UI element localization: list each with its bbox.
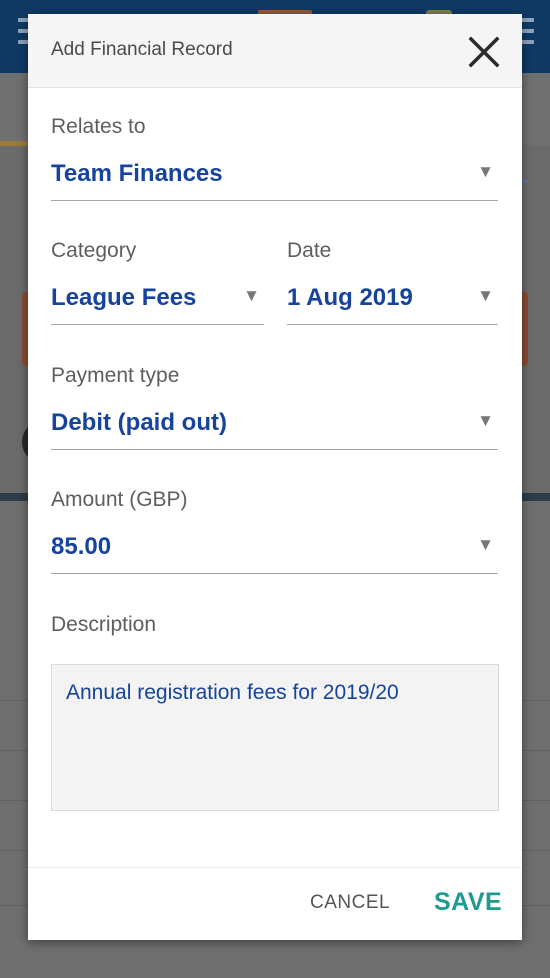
category-select[interactable]: League Fees ▼ <box>51 276 264 325</box>
amount-value: 85.00 <box>51 533 112 560</box>
footer-divider <box>28 867 522 868</box>
dropdown-arrow-icon: ▼ <box>477 411 494 430</box>
close-icon <box>468 36 500 68</box>
dropdown-arrow-icon: ▼ <box>243 286 260 305</box>
amount-label: Amount (GBP) <box>51 488 188 511</box>
payment-type-label: Payment type <box>51 364 180 387</box>
description-textarea[interactable]: Annual registration fees for 2019/20 <box>51 664 499 811</box>
dropdown-arrow-icon: ▼ <box>477 162 494 181</box>
description-label: Description <box>51 613 157 636</box>
relates-to-label: Relates to <box>51 115 146 138</box>
cancel-button[interactable]: CANCEL <box>310 892 390 914</box>
relates-to-select[interactable]: Team Finances ▼ <box>51 152 498 201</box>
category-value: League Fees <box>51 284 197 311</box>
close-button[interactable] <box>464 32 504 72</box>
dropdown-arrow-icon: ▼ <box>477 535 494 554</box>
payment-type-select[interactable]: Debit (paid out) ▼ <box>51 401 498 450</box>
description-value: Annual registration fees for 2019/20 <box>66 681 399 704</box>
date-label: Date <box>287 239 332 262</box>
more-icon <box>520 18 534 51</box>
date-value: 1 Aug 2019 <box>287 284 413 311</box>
relates-to-value: Team Finances <box>51 160 223 187</box>
dialog-title: Add Financial Record <box>51 39 233 60</box>
date-select[interactable]: 1 Aug 2019 ▼ <box>287 276 498 325</box>
category-label: Category <box>51 239 137 262</box>
payment-type-value: Debit (paid out) <box>51 409 227 436</box>
save-button[interactable]: SAVE <box>434 888 502 917</box>
amount-select[interactable]: 85.00 ▼ <box>51 525 498 574</box>
dialog-header: Add Financial Record <box>28 14 522 88</box>
dropdown-arrow-icon: ▼ <box>477 286 494 305</box>
add-financial-record-dialog: Add Financial Record Relates to Team Fin… <box>28 14 522 940</box>
